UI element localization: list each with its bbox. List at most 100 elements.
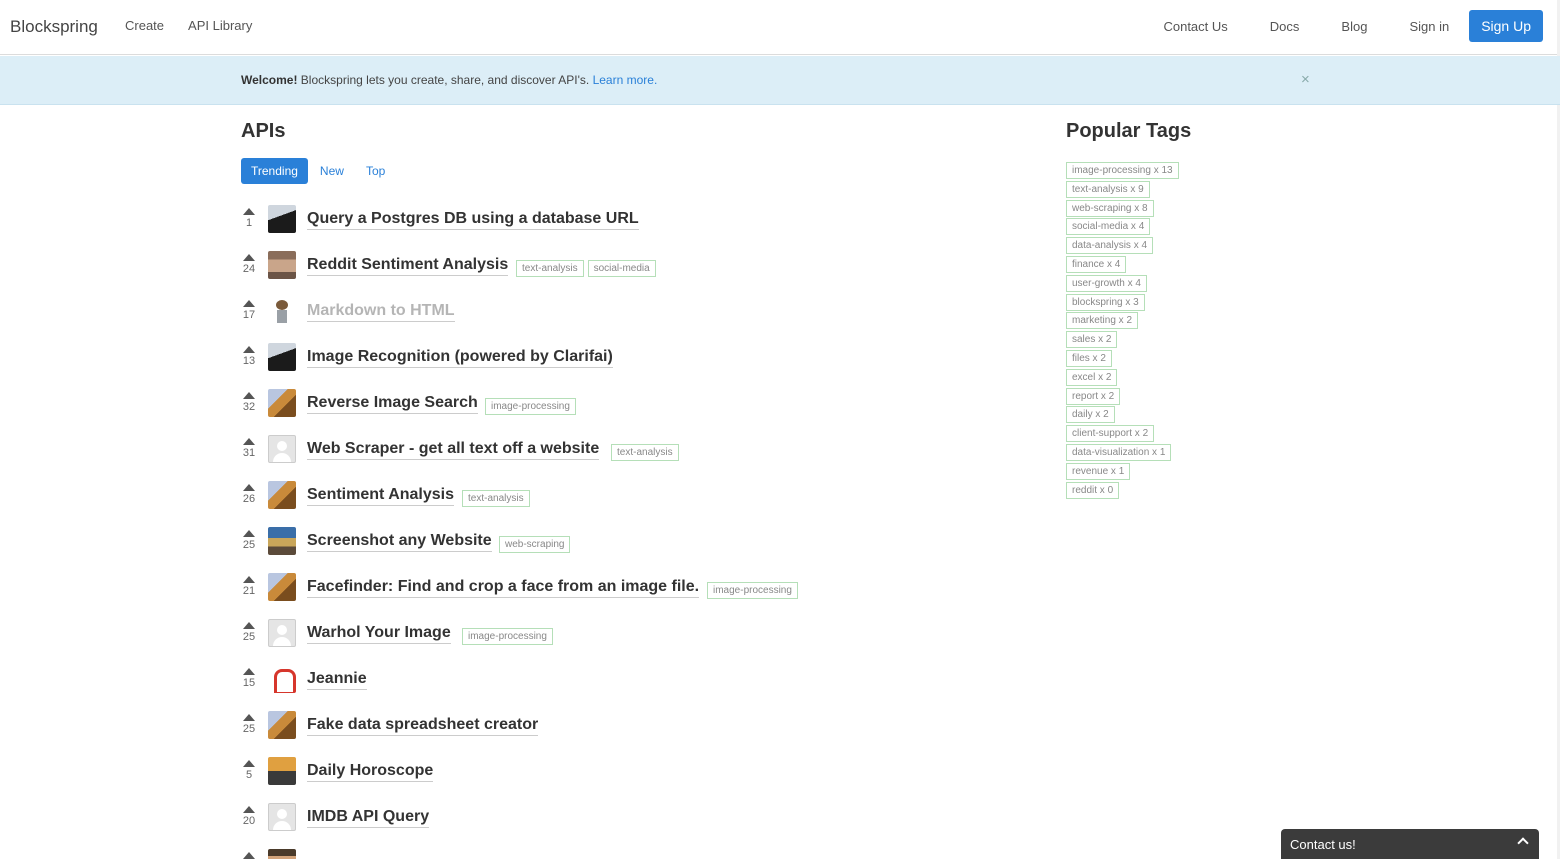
author-avatar[interactable] bbox=[268, 711, 296, 739]
popular-tag-item: report x 2 bbox=[1066, 386, 1183, 405]
author-avatar[interactable] bbox=[268, 389, 296, 417]
api-title-link[interactable]: Screenshot any Website bbox=[307, 531, 492, 552]
api-title-link[interactable]: Image Recognition (powered by Clarifai) bbox=[307, 347, 613, 368]
popular-tag-badge[interactable]: user-growth x 4 bbox=[1066, 274, 1147, 292]
tag-badge[interactable]: social-media bbox=[587, 260, 656, 277]
author-avatar[interactable] bbox=[268, 297, 296, 325]
upvote-arrow-icon[interactable] bbox=[243, 392, 255, 399]
popular-tag-badge[interactable]: revenue x 1 bbox=[1066, 462, 1131, 480]
close-icon[interactable]: × bbox=[1301, 71, 1310, 88]
upvote-arrow-icon[interactable] bbox=[243, 208, 255, 215]
vote-count: 13 bbox=[242, 355, 256, 367]
upvote-arrow-icon[interactable] bbox=[243, 714, 255, 721]
popular-tag-badge[interactable]: excel x 2 bbox=[1066, 368, 1118, 386]
author-avatar[interactable] bbox=[268, 251, 296, 279]
api-title-link[interactable]: Reverse Image Search bbox=[307, 393, 478, 414]
nav-docs-link[interactable]: Docs bbox=[1270, 19, 1300, 34]
tag-badge[interactable]: text-analysis bbox=[516, 260, 584, 277]
chevron-up-icon[interactable] bbox=[1517, 837, 1529, 849]
vote-count: 25 bbox=[242, 723, 256, 735]
author-avatar[interactable] bbox=[268, 343, 296, 371]
vote-control: 20 bbox=[241, 802, 257, 827]
api-title-link[interactable]: Query a Postgres DB using a database URL bbox=[307, 209, 639, 230]
upvote-arrow-icon[interactable] bbox=[243, 852, 255, 859]
popular-tag-item: sales x 2 bbox=[1066, 329, 1183, 349]
api-title-link[interactable]: Jeannie bbox=[307, 669, 367, 690]
popular-tag-badge[interactable]: marketing x 2 bbox=[1066, 312, 1139, 330]
upvote-arrow-icon[interactable] bbox=[243, 530, 255, 537]
api-tags: web-scraping bbox=[499, 536, 574, 553]
learn-more-link[interactable]: Learn more. bbox=[593, 73, 658, 87]
tag-badge[interactable]: image-processing bbox=[707, 582, 798, 599]
tag-badge[interactable]: web-scraping bbox=[499, 536, 571, 553]
nav-api-library-link[interactable]: API Library bbox=[188, 18, 252, 33]
tag-badge[interactable]: image-processing bbox=[485, 398, 576, 415]
vote-count: 25 bbox=[242, 631, 256, 643]
upvote-arrow-icon[interactable] bbox=[243, 484, 255, 491]
author-avatar[interactable] bbox=[268, 665, 296, 693]
popular-tag-badge[interactable]: client-support x 2 bbox=[1066, 425, 1155, 443]
popular-tag-badge[interactable]: social-media x 4 bbox=[1066, 218, 1151, 236]
popular-tag-badge[interactable]: data-analysis x 4 bbox=[1066, 237, 1154, 255]
author-avatar[interactable] bbox=[268, 849, 296, 859]
popular-tag-badge[interactable]: web-scraping x 8 bbox=[1066, 199, 1154, 217]
popular-tag-badge[interactable]: blockspring x 3 bbox=[1066, 293, 1145, 311]
nav-contact-us-link[interactable]: Contact Us bbox=[1163, 19, 1227, 34]
api-title-link[interactable]: Fake data spreadsheet creator bbox=[307, 715, 539, 736]
tag-badge[interactable]: text-analysis bbox=[611, 444, 679, 461]
api-title-link[interactable]: Facefinder: Find and crop a face from an… bbox=[307, 577, 700, 598]
nav-blog-link[interactable]: Blog bbox=[1341, 19, 1367, 34]
contact-us-widget[interactable]: Contact us! bbox=[1281, 829, 1539, 859]
tag-badge[interactable]: image-processing bbox=[462, 628, 553, 645]
tab-new[interactable]: New bbox=[310, 158, 354, 184]
api-title-link[interactable]: Daily Horoscope bbox=[307, 761, 434, 782]
upvote-arrow-icon[interactable] bbox=[243, 346, 255, 353]
author-avatar[interactable] bbox=[268, 527, 296, 555]
author-avatar[interactable] bbox=[268, 573, 296, 601]
popular-tag-item: blockspring x 3 bbox=[1066, 292, 1183, 311]
author-avatar[interactable] bbox=[268, 757, 296, 785]
upvote-arrow-icon[interactable] bbox=[243, 668, 255, 675]
author-avatar[interactable] bbox=[268, 481, 296, 509]
popular-tag-badge[interactable]: sales x 2 bbox=[1066, 331, 1118, 349]
tag-badge[interactable]: text-analysis bbox=[462, 490, 530, 507]
upvote-arrow-icon[interactable] bbox=[243, 300, 255, 307]
vote-control: 21 bbox=[241, 572, 257, 597]
welcome-banner: Welcome! Blockspring lets you create, sh… bbox=[0, 56, 1560, 105]
author-avatar[interactable] bbox=[268, 803, 296, 831]
upvote-arrow-icon[interactable] bbox=[243, 438, 255, 445]
nav-sign-in-link[interactable]: Sign in bbox=[1409, 19, 1449, 34]
api-title-link[interactable]: Sentiment Analysis bbox=[307, 485, 455, 506]
popular-tag-badge[interactable]: finance x 4 bbox=[1066, 255, 1127, 273]
upvote-arrow-icon[interactable] bbox=[243, 760, 255, 767]
api-title-link[interactable]: Web Scraper - get all text off a website bbox=[307, 439, 600, 460]
upvote-arrow-icon[interactable] bbox=[243, 576, 255, 583]
author-avatar[interactable] bbox=[268, 619, 296, 647]
api-title-link[interactable]: Reddit Sentiment Analysis bbox=[307, 255, 509, 276]
author-avatar[interactable] bbox=[268, 435, 296, 463]
popular-tag-badge[interactable]: files x 2 bbox=[1066, 349, 1112, 367]
popular-tag-badge[interactable]: text-analysis x 9 bbox=[1066, 180, 1150, 198]
api-title-link[interactable]: Markdown to HTML bbox=[307, 301, 455, 322]
api-list-item: 26 Sentiment Analysis text-analysis bbox=[241, 480, 1021, 526]
api-title-link[interactable]: Warhol Your Image bbox=[307, 623, 451, 644]
brand-logo[interactable]: Blockspring bbox=[10, 17, 98, 37]
popular-tag-item: data-visualization x 1 bbox=[1066, 442, 1183, 461]
author-avatar[interactable] bbox=[268, 205, 296, 233]
tab-top[interactable]: Top bbox=[356, 158, 395, 184]
popular-tag-badge[interactable]: daily x 2 bbox=[1066, 406, 1115, 424]
api-title-link[interactable]: IMDB API Query bbox=[307, 807, 430, 828]
sign-up-button[interactable]: Sign Up bbox=[1469, 10, 1543, 42]
tab-trending[interactable]: Trending bbox=[241, 158, 308, 184]
upvote-arrow-icon[interactable] bbox=[243, 622, 255, 629]
upvote-arrow-icon[interactable] bbox=[243, 806, 255, 813]
popular-tag-badge[interactable]: reddit x 0 bbox=[1066, 481, 1120, 499]
api-tags: text-analysis bbox=[462, 490, 534, 507]
api-list-item: 20 IMDB API Query bbox=[241, 802, 1021, 848]
popular-tag-badge[interactable]: data-visualization x 1 bbox=[1066, 443, 1172, 461]
nav-create-link[interactable]: Create bbox=[125, 18, 164, 33]
api-list-item: 25 Screenshot any Website web-scraping bbox=[241, 526, 1021, 572]
popular-tag-badge[interactable]: image-processing x 13 bbox=[1066, 162, 1179, 179]
popular-tag-badge[interactable]: report x 2 bbox=[1066, 387, 1121, 405]
upvote-arrow-icon[interactable] bbox=[243, 254, 255, 261]
